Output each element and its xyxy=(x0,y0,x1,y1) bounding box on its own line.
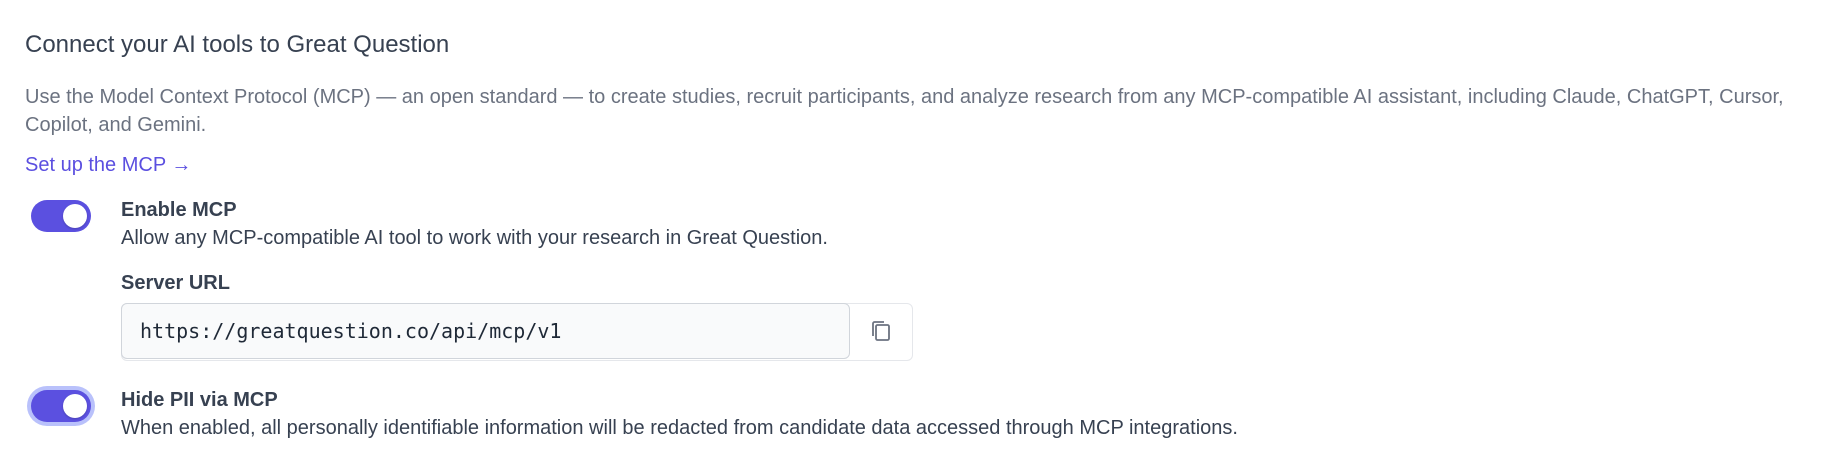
enable-mcp-title: Enable MCP xyxy=(121,199,237,221)
enable-mcp-toggle[interactable] xyxy=(31,200,91,232)
copy-icon xyxy=(870,319,892,346)
hide-pii-description: When enabled, all personally identifiabl… xyxy=(121,417,1238,439)
server-url-label: Server URL xyxy=(121,272,230,294)
hide-pii-title: Hide PII via MCP xyxy=(121,389,278,411)
mcp-settings-section: Connect your AI tools to Great Question … xyxy=(0,0,1830,179)
enable-mcp-description: Allow any MCP-compatible AI tool to work… xyxy=(121,227,828,249)
toggle-knob xyxy=(63,204,87,228)
section-heading: Connect your AI tools to Great Question xyxy=(25,31,450,58)
server-url-group xyxy=(121,303,913,361)
server-url-input[interactable] xyxy=(121,303,851,359)
toggle-knob xyxy=(63,394,87,418)
hide-pii-toggle[interactable] xyxy=(31,390,91,422)
section-description: Use the Model Context Protocol (MCP) — a… xyxy=(25,86,1784,136)
copy-url-button[interactable] xyxy=(850,304,912,360)
setup-mcp-link[interactable]: Set up the MCP → xyxy=(25,151,191,179)
